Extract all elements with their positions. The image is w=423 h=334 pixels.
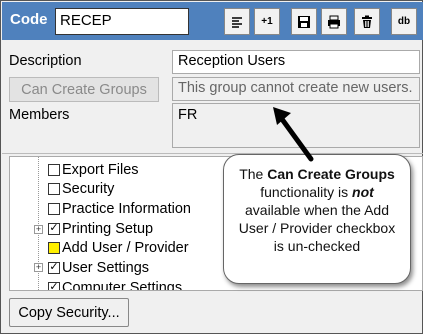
checkbox[interactable] [48,202,60,215]
copy-security-button[interactable]: Copy Security... [9,298,129,327]
checkbox[interactable]: ✓ [48,261,60,274]
header-bar: Code RECEP +1 db [2,2,423,40]
tree-item-computer-settings[interactable]: ✓ Computer Settings [48,278,183,291]
tree-item-user-settings[interactable]: ✓ User Settings [48,258,149,277]
checkbox[interactable]: ✓ [48,222,60,235]
code-label: Code [10,11,48,28]
tree-item-export-files[interactable]: Export Files [48,160,139,179]
tree-item-practice-information[interactable]: Practice Information [48,199,191,218]
tree-item-security[interactable]: Security [48,179,114,198]
tree-item-printing-setup[interactable]: ✓ Printing Setup [48,219,153,238]
description-label: Description [9,53,82,69]
checkbox[interactable] [48,163,60,176]
tree-item-label: User Settings [62,259,150,276]
print-icon [328,15,340,28]
tree-item-label: Computer Settings [62,279,183,291]
print-button[interactable] [321,8,347,35]
db-button[interactable]: db [391,8,417,35]
checkbox-highlighted[interactable] [48,241,60,254]
callout-emphasis-text: not [352,184,374,200]
trash-icon [362,15,372,28]
tree-item-label: Export Files [62,161,139,178]
save-icon [298,15,310,28]
save-button[interactable] [291,8,317,35]
delete-button[interactable] [354,8,380,35]
plus-one-button[interactable]: +1 [254,8,280,35]
callout-bold-text: Can Create Groups [267,166,395,182]
tree-item-label: Add User / Provider [62,239,189,256]
callout-note: The Can Create Groups functionality is n… [223,154,411,284]
checkbox[interactable] [48,182,60,195]
tree-item-label: Printing Setup [62,220,154,237]
callout-text: functionality is [260,184,353,200]
code-input[interactable]: RECEP [55,8,189,35]
callout-text: available when the Add User / Provider c… [238,202,396,254]
align-icon [232,16,242,28]
can-create-groups-status: This group cannot create new users. [172,77,420,101]
tree-item-label: Practice Information [62,200,191,217]
align-button[interactable] [224,8,250,35]
tree-item-label: Security [62,180,115,197]
pointer-arrow-icon [273,107,314,162]
description-field[interactable]: Reception Users [172,50,420,74]
members-label: Members [9,107,70,123]
can-create-groups-button[interactable]: Can Create Groups [9,77,159,102]
window: Code RECEP +1 db Description Reception U… [0,0,423,334]
tree-item-add-user-provider[interactable]: Add User / Provider [48,238,189,257]
expand-icon[interactable]: + [34,225,43,234]
expand-icon[interactable]: + [34,263,43,272]
checkbox[interactable]: ✓ [48,281,60,290]
callout-text: The [239,166,268,182]
